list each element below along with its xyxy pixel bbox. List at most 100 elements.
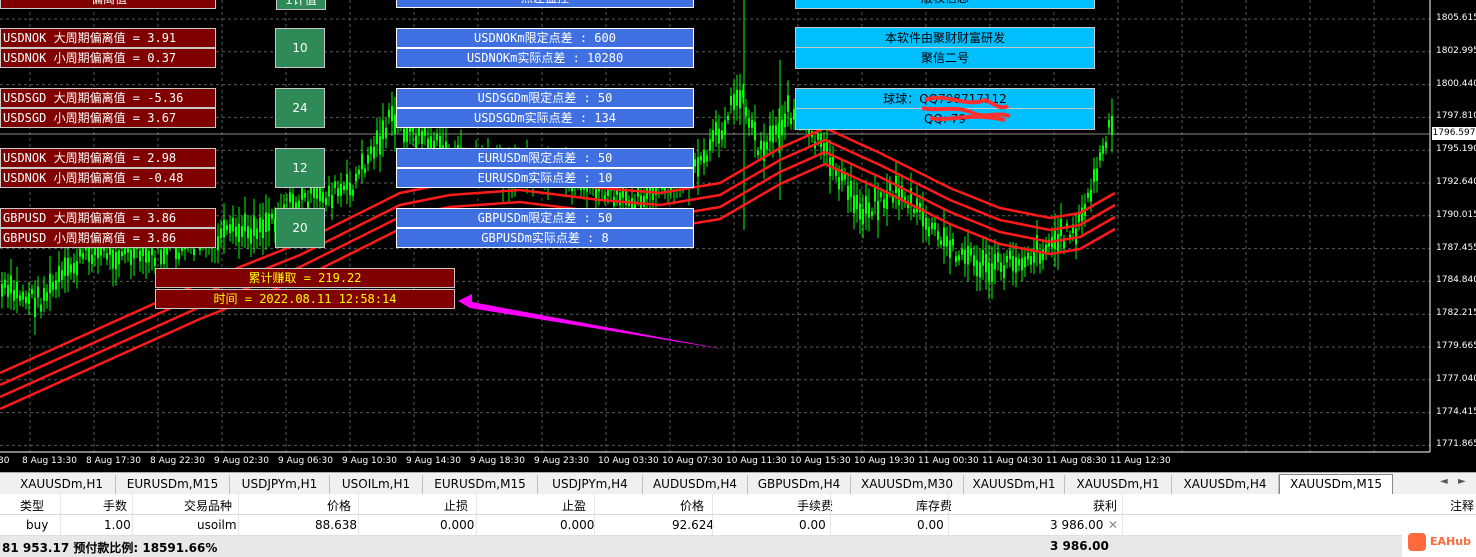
- developer-info: 本软件由聚财财富研发: [795, 27, 1095, 49]
- candle-body: [862, 208, 864, 225]
- candle-body: [70, 264, 72, 273]
- candle-body: [346, 174, 348, 190]
- chart-canvas[interactable]: [0, 0, 1476, 472]
- price-chart[interactable]: 1805.615 1802.995 1800.440 1797.810 1795.190…: [0, 0, 1476, 472]
- candle-body: [1096, 168, 1098, 181]
- candle-body: [940, 240, 942, 245]
- candle-body: [352, 189, 354, 196]
- tab-eurusdm-m15-1[interactable]: EURUSDm,M15: [116, 475, 230, 494]
- column-header[interactable]: 手续费: [797, 497, 833, 514]
- tab-xauusdm-m30-8[interactable]: XAUUSDm,M30: [851, 475, 964, 494]
- column-header[interactable]: 交易品种: [184, 497, 232, 514]
- candle-body: [865, 196, 867, 214]
- price-tick: 1782.215: [1436, 308, 1476, 319]
- column-header[interactable]: 手数: [103, 497, 127, 514]
- candle-body: [241, 226, 243, 237]
- candle-body: [73, 262, 75, 274]
- tab-usdjpym-h1-2[interactable]: USDJPYm,H1: [230, 475, 330, 494]
- tab-xauusdm-h4-11[interactable]: XAUUSDm,H4: [1172, 475, 1279, 494]
- candle-body: [391, 106, 393, 122]
- candle-body: [64, 257, 66, 276]
- close-position-icon[interactable]: ✕: [1108, 518, 1118, 532]
- candle-body: [160, 249, 162, 265]
- candle-body: [25, 296, 27, 304]
- table-cell: 92.624: [672, 518, 714, 532]
- candle-body: [757, 150, 759, 156]
- candle-body: [376, 130, 378, 145]
- tab-xauusdm-h1-9[interactable]: XAUUSDm,H1: [964, 475, 1065, 494]
- column-header[interactable]: 类型: [20, 497, 44, 514]
- tab-usdjpym-h4-5[interactable]: USDJPYm,H4: [538, 475, 643, 494]
- table-cell: 1.00: [104, 518, 131, 532]
- copyright-header: 版权信息: [795, 0, 1095, 9]
- candle-body: [61, 270, 63, 280]
- time-tick: 9 Aug 02:30: [214, 456, 269, 466]
- candle-body: [46, 292, 48, 301]
- candle-body: [1015, 257, 1017, 273]
- price-tick: 1784.840: [1436, 275, 1476, 286]
- candle-body: [259, 217, 261, 233]
- candle-body: [430, 136, 432, 149]
- candle-body: [985, 253, 987, 273]
- count-box-gbpusd: 20: [275, 208, 325, 248]
- tab-scroll-left-icon[interactable]: ◄: [1440, 476, 1448, 487]
- tab-xauusdm-h1-0[interactable]: XAUUSDm,H1: [8, 475, 116, 494]
- column-header[interactable]: 获利: [1093, 497, 1117, 514]
- total-profit-summary: 3 986.00: [1050, 539, 1109, 553]
- candle-body: [694, 159, 696, 167]
- tab-usoilm-h1-3[interactable]: USOILm,H1: [330, 475, 423, 494]
- candle-body: [766, 142, 768, 150]
- candle-body: [7, 284, 9, 297]
- candle-body: [403, 128, 405, 143]
- candle-body: [4, 279, 6, 288]
- tab-xauusdm-m15-12[interactable]: XAUUSDm,M15: [1279, 474, 1393, 495]
- candle-body: [946, 236, 948, 247]
- candle-body: [982, 250, 984, 266]
- candle-body: [337, 188, 339, 197]
- candle-body: [373, 146, 375, 159]
- candle-body: [343, 185, 345, 191]
- column-header[interactable]: 库存费: [916, 497, 952, 514]
- tab-scroll-right-icon[interactable]: ►: [1458, 476, 1466, 487]
- deviation-small-gbpusd: GBPUSD 小周期偏离值 = 3.86: [0, 228, 216, 248]
- candle-body: [868, 202, 870, 218]
- chart-tabs-bar: XAUUSDm,H1 EURUSDm,M15 USDJPYm,H1 USOILm,H1…: [0, 472, 1476, 495]
- tab-xauusdm-h1-10[interactable]: XAUUSDm,H1: [1065, 475, 1172, 494]
- candle-body: [1063, 241, 1065, 248]
- price-tick: 1779.665: [1436, 341, 1476, 351]
- price-tick: 1792.640: [1436, 177, 1476, 187]
- column-header[interactable]: 止盈: [562, 497, 586, 514]
- column-header[interactable]: 止损: [444, 497, 468, 514]
- time-tick: 11 Aug 04:30: [982, 456, 1043, 466]
- candle-body: [370, 146, 372, 155]
- column-header[interactable]: 注释: [1450, 497, 1474, 514]
- candle-body: [1111, 115, 1113, 135]
- table-row[interactable]: buy 1.00 usoilm 88.638 0.000 0.000 92.624 0.00 0…: [0, 515, 1476, 536]
- candle-body: [385, 127, 387, 139]
- price-tick: 1771.865: [1436, 439, 1476, 450]
- candle-body: [364, 168, 366, 174]
- candle-body: [751, 119, 753, 128]
- column-divider: [132, 494, 133, 535]
- column-divider: [712, 494, 713, 535]
- candle-body: [1024, 256, 1026, 268]
- candle-body: [952, 238, 954, 246]
- column-header[interactable]: 价格: [680, 497, 704, 514]
- candle-body: [1081, 207, 1083, 222]
- time-tick: 8 Aug 17:30: [86, 456, 141, 466]
- candle-body: [712, 129, 714, 142]
- candle-body: [991, 263, 993, 282]
- candle-body: [118, 250, 120, 265]
- table-cell: 3 986.00: [1050, 518, 1104, 532]
- tab-audusdm-h4-6[interactable]: AUDUSDm,H4: [643, 475, 748, 494]
- candle-body: [784, 113, 786, 128]
- candle-body: [847, 185, 849, 200]
- tab-gbpusdm-h4-7[interactable]: GBPUSDm,H4: [748, 475, 851, 494]
- column-header[interactable]: 价格: [327, 497, 351, 514]
- table-cell: 88.638: [315, 518, 357, 532]
- spread-actual-gbpusd: GBPUSDm实际点差 : 8: [396, 228, 694, 248]
- candle-body: [703, 150, 705, 163]
- candle-body: [871, 211, 873, 216]
- tab-eurusdm-m15-4[interactable]: EURUSDm,M15: [423, 475, 538, 494]
- time-tick: 9 Aug 06:30: [278, 456, 333, 466]
